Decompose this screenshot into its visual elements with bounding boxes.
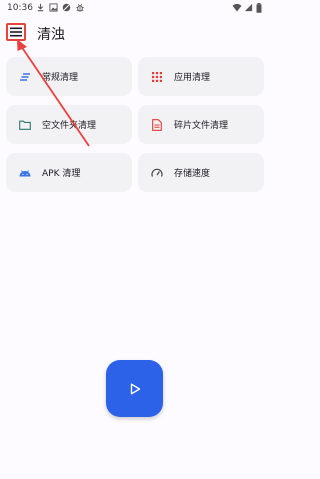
- lines-icon: [18, 70, 31, 83]
- card-label: 空文件夹清理: [42, 121, 97, 131]
- signal-icon: [244, 3, 253, 12]
- document-icon: [150, 118, 163, 131]
- card-apk-clean[interactable]: APK 清理: [6, 153, 132, 192]
- card-label: 应用清理: [174, 73, 211, 83]
- bug-icon: [75, 3, 85, 12]
- status-bar: 10:36: [0, 0, 270, 16]
- download-icon: [36, 3, 45, 12]
- android-icon: [18, 166, 31, 179]
- battery-icon: [256, 3, 262, 13]
- card-storage-speed[interactable]: 存储速度: [138, 153, 264, 192]
- image-icon: [49, 3, 58, 12]
- card-label: 常规清理: [42, 73, 79, 83]
- card-regular-clean[interactable]: 常规清理: [6, 57, 132, 96]
- app-title: 清浊: [37, 27, 65, 43]
- card-app-clean[interactable]: 应用清理: [138, 57, 264, 96]
- card-fragment-file-clean[interactable]: 碎片文件清理: [138, 105, 264, 144]
- grid-dots-icon: [150, 70, 163, 83]
- card-label: 存储速度: [174, 169, 211, 179]
- play-icon: [130, 383, 140, 394]
- card-label: APK 清理: [42, 169, 81, 179]
- menu-button[interactable]: [6, 23, 26, 41]
- card-empty-folder-clean[interactable]: 空文件夹清理: [6, 105, 132, 144]
- hamburger-menu-icon: [10, 27, 22, 37]
- blocked-icon: [62, 3, 71, 12]
- folder-icon: [18, 118, 31, 131]
- start-scan-button[interactable]: [106, 360, 163, 417]
- status-time: 10:36: [7, 3, 33, 13]
- wifi-icon: [232, 3, 242, 12]
- app-bar: 清浊: [0, 18, 270, 48]
- speedometer-icon: [150, 166, 163, 179]
- card-label: 碎片文件清理: [174, 121, 229, 131]
